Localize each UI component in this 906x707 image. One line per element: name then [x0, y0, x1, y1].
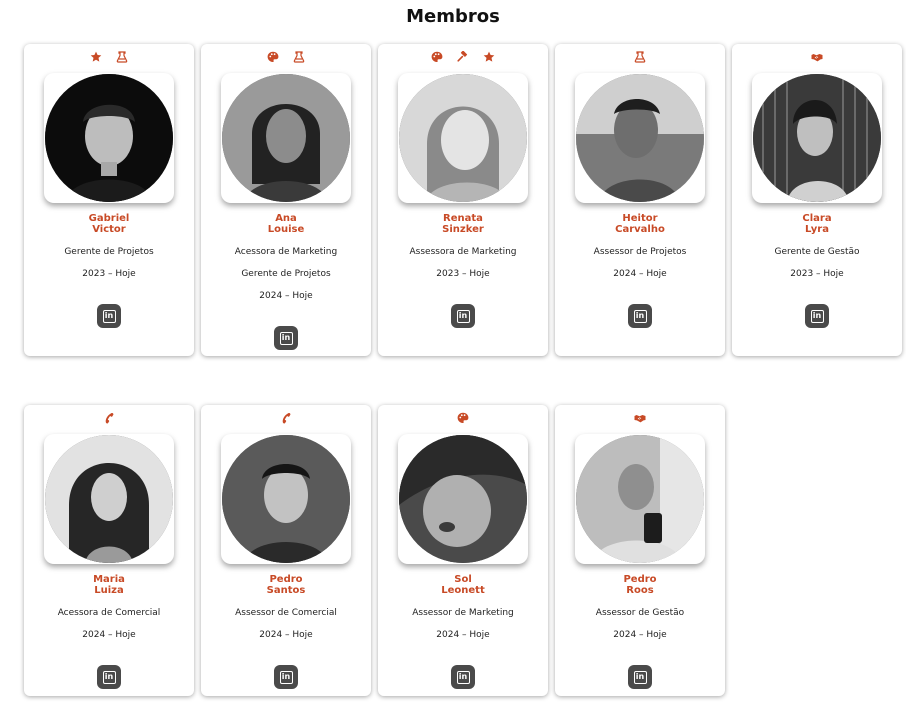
- linkedin-button[interactable]: in: [451, 665, 475, 689]
- member-photo: [45, 74, 173, 202]
- member-card: Pedro Santos Assessor de Comercial 2024 …: [201, 405, 371, 696]
- phone-icon: [280, 412, 292, 424]
- member-name: Pedro Roos: [623, 574, 657, 596]
- member-photo: [45, 435, 173, 563]
- phone-icon: [103, 412, 115, 424]
- member-card: Sol Leonett Assessor de Marketing 2024 –…: [378, 405, 548, 696]
- member-name: Gabriel Victor: [88, 213, 130, 235]
- member-role: Assessor de Gestão: [595, 608, 685, 618]
- photo-frame: [44, 73, 174, 203]
- member-period: 2024 – Hoje: [613, 269, 667, 279]
- member-card: Renata Sinzker Assessora de Marketing 20…: [378, 44, 548, 356]
- member-period: 2024 – Hoje: [259, 630, 313, 640]
- member-photo: [399, 74, 527, 202]
- member-period: 2024 – Hoje: [613, 630, 667, 640]
- member-role: Acessora de Marketing: [234, 247, 338, 257]
- star-icon: [483, 51, 495, 63]
- member-role: Assessor de Projetos: [593, 247, 687, 257]
- photo-frame: [752, 73, 882, 203]
- member-name: Sol Leonett: [441, 574, 485, 596]
- member-card: Heitor Carvalho Assessor de Projetos 202…: [555, 44, 725, 356]
- palette-icon: [457, 412, 469, 424]
- role-icons-bar: [457, 405, 469, 430]
- linkedin-icon: in: [279, 670, 293, 684]
- linkedin-icon: in: [456, 670, 470, 684]
- handshake-icon: [811, 51, 823, 63]
- linkedin-button[interactable]: in: [628, 304, 652, 328]
- member-period: 2024 – Hoje: [82, 630, 136, 640]
- linkedin-icon: in: [279, 331, 293, 345]
- member-photo: [576, 74, 704, 202]
- member-period: 2023 – Hoje: [436, 269, 490, 279]
- linkedin-button[interactable]: in: [805, 304, 829, 328]
- linkedin-button[interactable]: in: [628, 665, 652, 689]
- linkedin-icon: in: [633, 309, 647, 323]
- member-role: Acessora de Comercial: [57, 608, 161, 618]
- photo-frame: [44, 434, 174, 564]
- photo-frame: [575, 434, 705, 564]
- role-icons-bar: [103, 405, 115, 430]
- member-card: Gabriel Victor Gerente de Projetos 2023 …: [24, 44, 194, 356]
- member-photo: [576, 435, 704, 563]
- members-row-2: Maria Luiza Acessora de Comercial 2024 –…: [24, 405, 725, 696]
- member-role: Gerente de Gestão: [774, 247, 860, 257]
- member-photo: [753, 74, 881, 202]
- linkedin-button[interactable]: in: [97, 665, 121, 689]
- member-role: Gerente de Projetos: [241, 269, 331, 279]
- flask-icon: [634, 50, 646, 63]
- star-icon: [90, 51, 102, 63]
- linkedin-icon: in: [456, 309, 470, 323]
- member-card: Clara Lyra Gerente de Gestão 2023 – Hoje…: [732, 44, 902, 356]
- page-title: Membros: [406, 6, 500, 27]
- gavel-icon: [457, 50, 469, 63]
- member-role: Gerente de Projetos: [64, 247, 154, 257]
- member-role: Assessor de Marketing: [412, 608, 514, 618]
- member-photo: [399, 435, 527, 563]
- role-icons-bar: [90, 44, 128, 69]
- member-name: Renata Sinzker: [442, 213, 484, 235]
- linkedin-button[interactable]: in: [451, 304, 475, 328]
- photo-frame: [221, 73, 351, 203]
- member-period: 2023 – Hoje: [790, 269, 844, 279]
- linkedin-icon: in: [633, 670, 647, 684]
- role-icons-bar: [634, 44, 646, 69]
- photo-frame: [575, 73, 705, 203]
- member-role: Assessora de Marketing: [409, 247, 517, 257]
- member-name: Clara Lyra: [802, 213, 832, 235]
- palette-icon: [431, 51, 443, 63]
- role-icons-bar: [431, 44, 495, 69]
- member-card: Maria Luiza Acessora de Comercial 2024 –…: [24, 405, 194, 696]
- member-name: Maria Luiza: [93, 574, 125, 596]
- role-icons-bar: [267, 44, 305, 69]
- member-card: Ana Louise Acessora de Marketing Gerente…: [201, 44, 371, 356]
- linkedin-button[interactable]: in: [97, 304, 121, 328]
- member-photo: [222, 74, 350, 202]
- handshake-icon: [634, 412, 646, 424]
- role-icons-bar: [634, 405, 646, 430]
- photo-frame: [221, 434, 351, 564]
- role-icons-bar: [280, 405, 292, 430]
- linkedin-button[interactable]: in: [274, 665, 298, 689]
- member-photo: [222, 435, 350, 563]
- members-row-1: Gabriel Victor Gerente de Projetos 2023 …: [24, 44, 902, 356]
- photo-frame: [398, 434, 528, 564]
- linkedin-icon: in: [102, 309, 116, 323]
- linkedin-button[interactable]: in: [274, 326, 298, 350]
- member-name: Heitor Carvalho: [615, 213, 665, 235]
- flask-icon: [293, 50, 305, 63]
- flask-icon: [116, 50, 128, 63]
- linkedin-icon: in: [102, 670, 116, 684]
- member-period: 2024 – Hoje: [436, 630, 490, 640]
- member-period: 2023 – Hoje: [82, 269, 136, 279]
- photo-frame: [398, 73, 528, 203]
- member-name: Pedro Santos: [266, 574, 306, 596]
- member-role: Assessor de Comercial: [235, 608, 337, 618]
- member-name: Ana Louise: [267, 213, 305, 235]
- linkedin-icon: in: [810, 309, 824, 323]
- member-card: Pedro Roos Assessor de Gestão 2024 – Hoj…: [555, 405, 725, 696]
- member-period: 2024 – Hoje: [259, 291, 313, 301]
- palette-icon: [267, 51, 279, 63]
- role-icons-bar: [811, 44, 823, 69]
